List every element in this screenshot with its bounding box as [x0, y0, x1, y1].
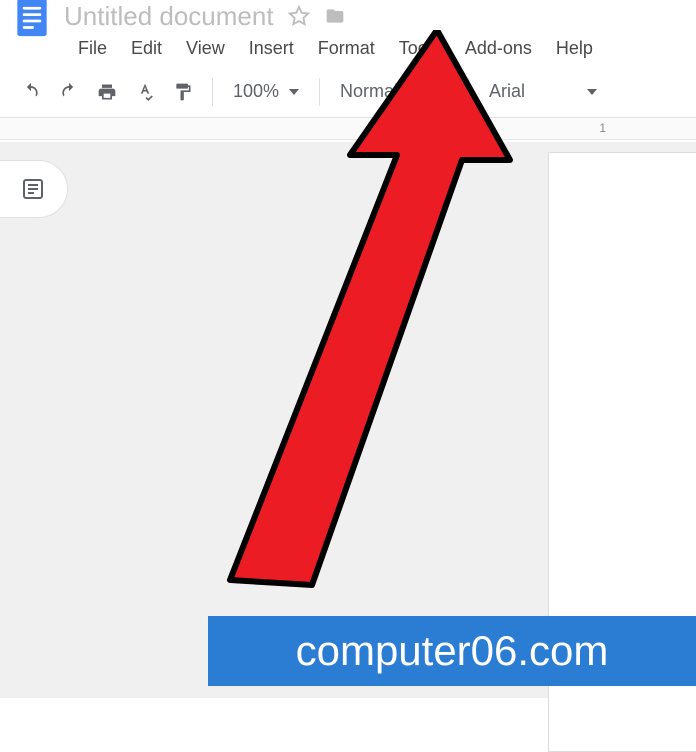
redo-button[interactable] [54, 77, 84, 107]
watermark-text: computer06.com [296, 627, 609, 675]
ruler-mark: 1 [599, 121, 606, 135]
star-icon[interactable] [288, 5, 310, 27]
menu-bar: File Edit View Insert Format Tools Add-o… [0, 32, 696, 66]
menu-help[interactable]: Help [544, 34, 605, 63]
menu-addons[interactable]: Add-ons [453, 34, 544, 63]
menu-view[interactable]: View [174, 34, 237, 63]
menu-edit[interactable]: Edit [119, 34, 174, 63]
zoom-dropdown[interactable]: 100% [227, 77, 305, 106]
paint-format-button[interactable] [168, 77, 198, 107]
horizontal-ruler[interactable]: 1 [0, 118, 696, 140]
menu-file[interactable]: File [66, 34, 119, 63]
menu-tools[interactable]: Tools [387, 34, 453, 63]
menu-insert[interactable]: Insert [237, 34, 306, 63]
separator [468, 78, 469, 106]
watermark: computer06.com [208, 616, 696, 686]
zoom-value: 100% [233, 81, 279, 102]
document-canvas[interactable] [0, 142, 696, 698]
chevron-down-icon [438, 89, 448, 95]
separator [319, 78, 320, 106]
font-value: Arial [489, 81, 525, 102]
menu-format[interactable]: Format [306, 34, 387, 63]
document-outline-toggle[interactable] [0, 160, 68, 218]
chevron-down-icon [289, 89, 299, 95]
separator [212, 78, 213, 106]
styles-dropdown[interactable]: Normal [334, 77, 454, 106]
chevron-down-icon [587, 89, 597, 95]
toolbar: 100% Normal Arial [0, 66, 696, 118]
undo-button[interactable] [16, 77, 46, 107]
print-button[interactable] [92, 77, 122, 107]
folder-icon[interactable] [324, 5, 346, 27]
docs-logo-icon[interactable] [12, 0, 52, 40]
spellcheck-button[interactable] [130, 77, 160, 107]
document-title[interactable]: Untitled document [56, 1, 282, 32]
font-dropdown[interactable]: Arial [483, 77, 603, 106]
style-value: Normal [340, 81, 398, 102]
